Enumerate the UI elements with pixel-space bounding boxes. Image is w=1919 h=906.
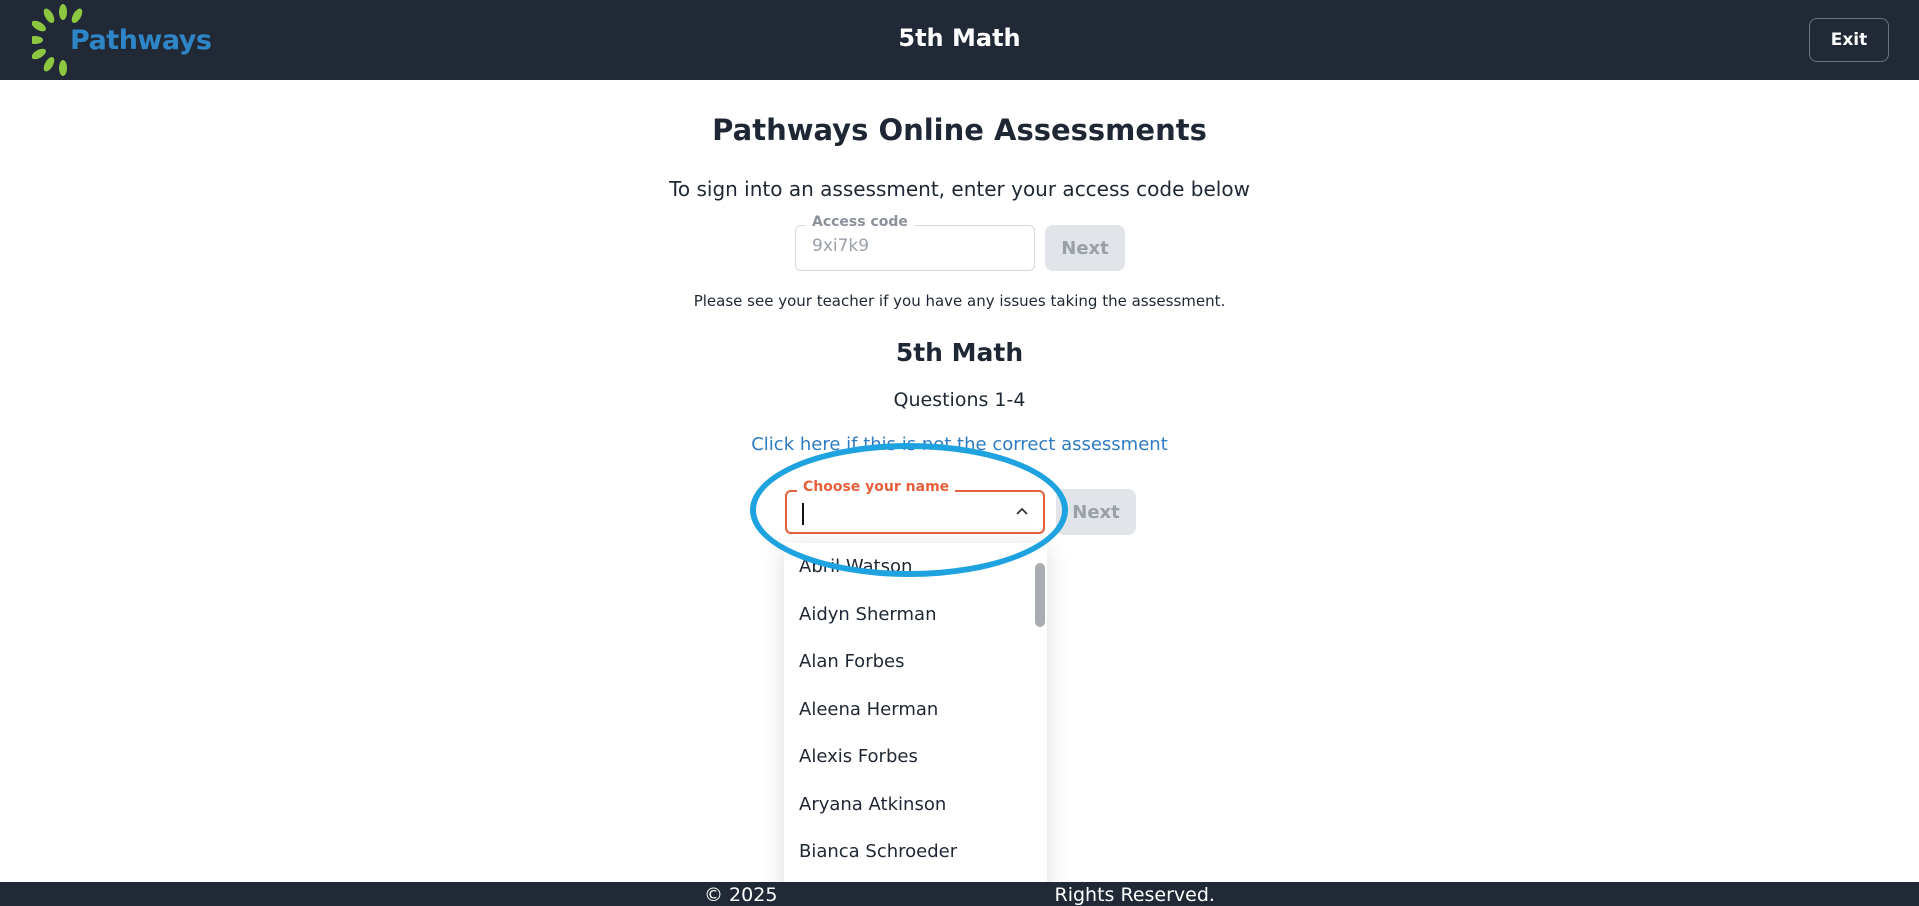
- footer-rights: Rights Reserved.: [1054, 884, 1215, 906]
- wrong-assessment-link[interactable]: Click here if this is not the correct as…: [0, 434, 1919, 455]
- text-cursor: [802, 503, 804, 525]
- dropdown-scrollbar[interactable]: [1035, 563, 1045, 627]
- name-option[interactable]: Aidyn Sherman: [784, 591, 1047, 639]
- chevron-up-icon[interactable]: [1015, 506, 1029, 516]
- access-code-label: Access code: [806, 214, 914, 230]
- name-dropdown-list: Abril Watson Aidyn Sherman Alan Forbes A…: [784, 543, 1047, 906]
- name-next-button[interactable]: Next: [1056, 489, 1136, 535]
- access-code-input[interactable]: [812, 236, 1012, 256]
- name-option[interactable]: Alexis Forbes: [784, 733, 1047, 781]
- instructions-text: To sign into an assessment, enter your a…: [669, 177, 1250, 201]
- footer-text: © 2025 Rights Reserved.: [0, 884, 1919, 906]
- questions-range: Questions 1-4: [893, 389, 1026, 411]
- name-option[interactable]: Aryana Atkinson: [784, 781, 1047, 829]
- exit-button[interactable]: Exit: [1809, 18, 1889, 62]
- name-option[interactable]: Abril Watson: [784, 543, 1047, 591]
- header-title: 5th Math: [898, 24, 1021, 52]
- choose-name-label: Choose your name: [797, 479, 956, 495]
- name-option[interactable]: Aleena Herman: [784, 686, 1047, 734]
- assessment-title: 5th Math: [895, 338, 1024, 367]
- name-option[interactable]: Alan Forbes: [784, 638, 1047, 686]
- access-code-next-button[interactable]: Next: [1045, 225, 1125, 271]
- name-option[interactable]: Bianca Schroeder: [784, 828, 1047, 876]
- access-code-field[interactable]: Access code: [795, 214, 1035, 271]
- page-title: Pathways Online Assessments: [712, 113, 1207, 147]
- top-bar: Pathways 5th Math Exit: [0, 0, 1919, 80]
- help-text: Please see your teacher if you have any …: [693, 292, 1226, 310]
- choose-name-select[interactable]: Choose your name: [785, 479, 1045, 534]
- footer: © 2025 Rights Reserved.: [0, 882, 1919, 906]
- footer-copyright: © 2025: [704, 884, 778, 906]
